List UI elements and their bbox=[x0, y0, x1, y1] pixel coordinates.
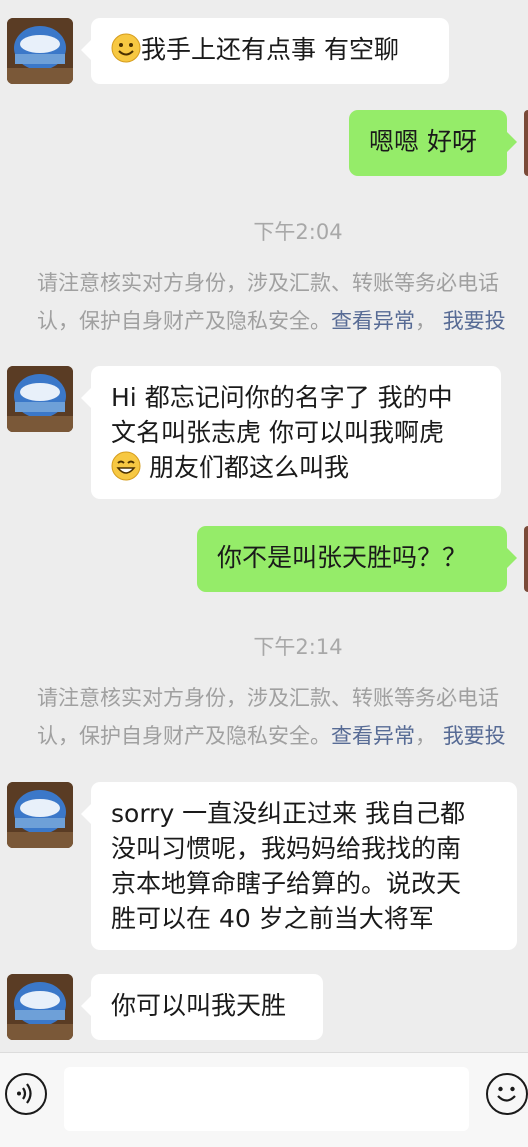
incoming-message[interactable]: 我手上还有点事 有空聊 bbox=[81, 18, 449, 84]
contact-avatar[interactable] bbox=[7, 18, 73, 84]
incoming-message[interactable]: 你可以叫我天胜 bbox=[81, 974, 323, 1040]
view-abnormal-link[interactable]: 查看异常 bbox=[331, 309, 415, 333]
self-avatar[interactable] bbox=[524, 526, 528, 592]
smiley-emoji bbox=[111, 33, 141, 63]
incoming-message[interactable]: sorry 一直没纠正过来 我自己都 没叫习惯呢，我妈妈给我找的南 京本地算命瞎… bbox=[81, 782, 517, 950]
report-link[interactable]: 我要投 bbox=[443, 724, 506, 748]
message-text: 你不是叫张天胜吗？？ bbox=[217, 543, 468, 572]
timestamp: 下午2:04 bbox=[253, 220, 343, 244]
voice-icon[interactable] bbox=[5, 1073, 47, 1115]
message-input[interactable] bbox=[64, 1067, 469, 1131]
outgoing-message[interactable]: 嗯嗯 好呀 bbox=[349, 110, 517, 176]
timestamp: 下午2:14 bbox=[253, 635, 343, 659]
report-link[interactable]: 我要投 bbox=[443, 309, 506, 333]
message-line: 京本地算命瞎子给算的。说改天 bbox=[111, 869, 462, 898]
self-avatar[interactable] bbox=[524, 110, 528, 176]
view-abnormal-link[interactable]: 查看异常 bbox=[331, 724, 415, 748]
message-text: 你可以叫我天胜 bbox=[111, 991, 287, 1020]
incoming-message[interactable]: Hi 都忘记问你的名字了 我的中 文名叫张志虎 你可以叫我啊虎 朋友们都这么叫我 bbox=[81, 366, 501, 499]
grin-emoji bbox=[111, 451, 141, 481]
contact-avatar[interactable] bbox=[7, 974, 73, 1040]
outgoing-message[interactable]: 你不是叫张天胜吗？？ bbox=[197, 526, 517, 592]
message-line: 朋友们都这么叫我 bbox=[148, 453, 349, 482]
security-notice: 请注意核实对方身份，涉及汇款、转账等务必电话 认，保护自身财产及隐私安全。查看异… bbox=[37, 271, 506, 333]
input-bar bbox=[0, 1052, 528, 1147]
contact-avatar[interactable] bbox=[7, 782, 73, 848]
message-text: 我手上还有点事 有空聊 bbox=[141, 35, 399, 64]
contact-avatar[interactable] bbox=[7, 366, 73, 432]
emoji-icon[interactable] bbox=[486, 1073, 528, 1115]
message-line: Hi 都忘记问你的名字了 我的中 bbox=[111, 383, 453, 412]
message-line: 没叫习惯呢，我妈妈给我找的南 bbox=[111, 834, 462, 863]
message-line: 胜可以在 40 岁之前当大将军 bbox=[111, 904, 434, 933]
message-text: 嗯嗯 好呀 bbox=[369, 127, 477, 156]
security-notice: 请注意核实对方身份，涉及汇款、转账等务必电话 认，保护自身财产及隐私安全。查看异… bbox=[37, 686, 506, 748]
message-line: sorry 一直没纠正过来 我自己都 bbox=[111, 799, 466, 828]
message-line: 文名叫张志虎 你可以叫我啊虎 bbox=[111, 418, 444, 447]
